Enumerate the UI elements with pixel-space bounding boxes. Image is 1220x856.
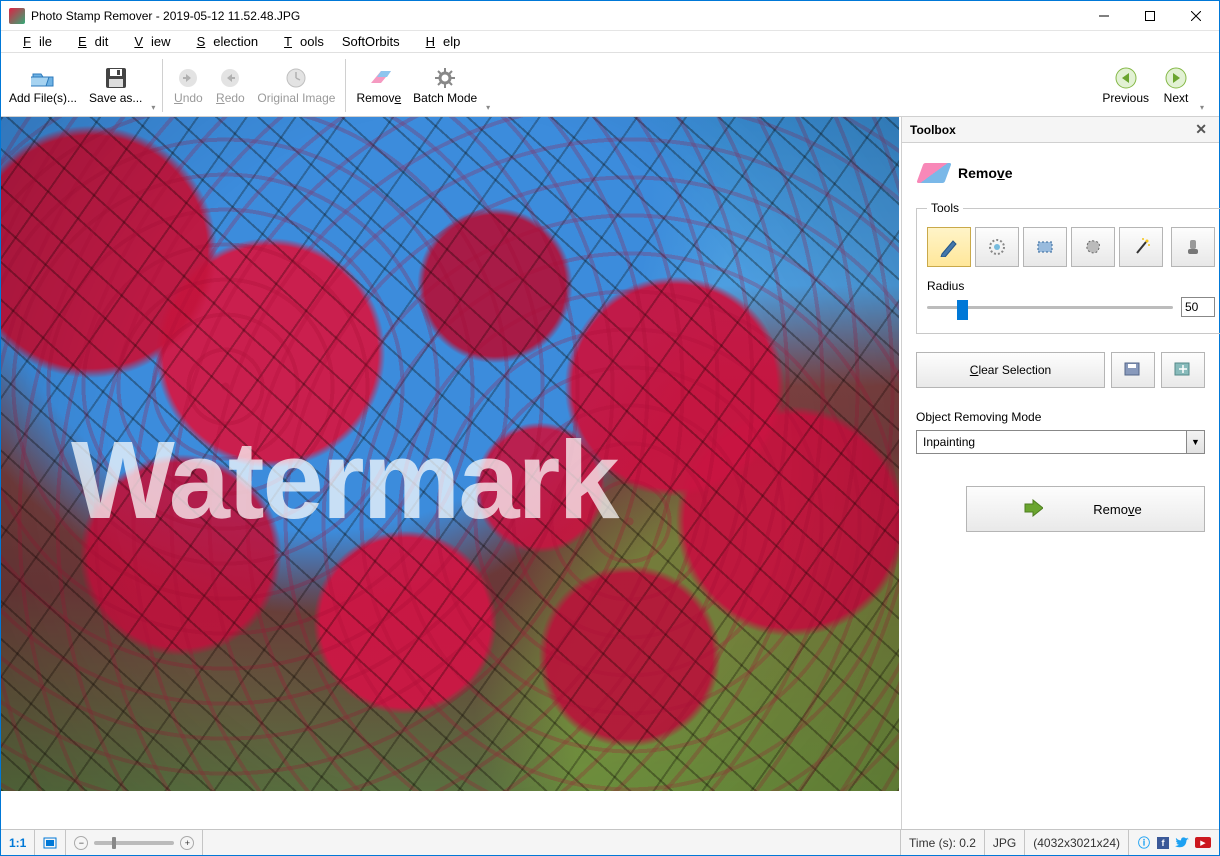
canvas[interactable]: Watermark [1, 117, 901, 829]
zoom-out-button[interactable]: − [74, 836, 88, 850]
undo-icon [176, 66, 200, 90]
radius-input[interactable] [1181, 297, 1215, 317]
mode-label: Object Removing Mode [916, 410, 1205, 424]
statusbar: 1:1 − + Time (s): 0.2 JPG (4032x3021x24)… [1, 829, 1219, 855]
toolbox-panel: Toolbox ✕ Remove Tools [901, 117, 1219, 829]
zoom-slider[interactable] [94, 841, 174, 845]
fit-screen-button[interactable] [35, 830, 66, 855]
batch-mode-button[interactable]: Batch Mode [407, 55, 483, 116]
mode-combobox[interactable]: Inpainting ▼ [916, 430, 1205, 454]
previous-button[interactable]: Previous [1096, 55, 1155, 116]
color-select-tool[interactable] [975, 227, 1019, 267]
nav-dropdown[interactable]: ▾ [1197, 55, 1207, 116]
batch-dropdown[interactable]: ▾ [483, 55, 493, 116]
clock-icon [284, 66, 308, 90]
workspace: Watermark Toolbox ✕ Remove Tools [1, 117, 1219, 829]
info-icon[interactable]: ⓘ [1137, 836, 1151, 850]
toolbox-close-button[interactable]: ✕ [1191, 121, 1211, 138]
next-button[interactable]: Next [1155, 55, 1197, 116]
panel-title: Remove [916, 153, 1205, 201]
freeform-select-tool[interactable] [1071, 227, 1115, 267]
menu-softorbits[interactable]: SoftOrbits [334, 32, 408, 51]
remove-action-button[interactable]: Remove [966, 486, 1205, 532]
undo-button[interactable]: Undo [167, 55, 209, 116]
folder-open-icon [31, 66, 55, 90]
radius-slider[interactable] [927, 299, 1173, 315]
remove-button-toolbar[interactable]: Remove [350, 55, 407, 116]
menu-help[interactable]: Help [410, 32, 469, 51]
add-files-button[interactable]: Add File(s)... [3, 55, 83, 116]
menu-selection[interactable]: Selection [181, 32, 266, 51]
zoom-in-button[interactable]: + [180, 836, 194, 850]
status-time: Time (s): 0.2 [901, 830, 985, 855]
original-image-button[interactable]: Original Image [251, 55, 341, 116]
clear-selection-button[interactable]: Clear Selection [916, 352, 1105, 388]
redo-icon [218, 66, 242, 90]
arrow-left-icon [1114, 66, 1138, 90]
tools-group: Tools [916, 201, 1220, 334]
maximize-button[interactable] [1127, 1, 1173, 31]
youtube-icon[interactable]: ▶ [1195, 837, 1211, 848]
marker-tool[interactable] [927, 227, 971, 267]
photo-preview: Watermark [1, 117, 899, 791]
facebook-icon[interactable]: f [1157, 837, 1169, 849]
menu-tools[interactable]: Tools [268, 32, 332, 51]
radius-label: Radius [927, 279, 1215, 293]
titlebar: Photo Stamp Remover - 2019-05-12 11.52.4… [1, 1, 1219, 31]
menu-file[interactable]: File [7, 32, 60, 51]
redo-button[interactable]: Redo [209, 55, 251, 116]
arrow-go-icon [1023, 499, 1043, 519]
save-selection-button[interactable] [1111, 352, 1155, 388]
close-button[interactable] [1173, 1, 1219, 31]
rectangle-select-tool[interactable] [1023, 227, 1067, 267]
status-dimensions: (4032x3021x24) [1025, 830, 1129, 855]
zoom-ratio[interactable]: 1:1 [1, 830, 35, 855]
magic-wand-tool[interactable] [1119, 227, 1163, 267]
minimize-button[interactable] [1081, 1, 1127, 31]
twitter-icon[interactable] [1175, 836, 1189, 850]
gear-icon [433, 66, 457, 90]
eraser-panel-icon [916, 163, 951, 183]
toolbar: Add File(s)... Save as... ▾ Undo Redo [1, 53, 1219, 117]
status-format: JPG [985, 830, 1025, 855]
save-icon [104, 66, 128, 90]
menubar: File Edit View Selection Tools SoftOrbit… [1, 31, 1219, 53]
arrow-right-icon [1164, 66, 1188, 90]
window-controls [1081, 1, 1219, 31]
eraser-icon [367, 66, 391, 90]
save-dropdown[interactable]: ▾ [148, 55, 158, 116]
menu-view[interactable]: View [118, 32, 178, 51]
clone-stamp-tool[interactable] [1171, 227, 1215, 267]
chevron-down-icon: ▼ [1186, 431, 1204, 453]
app-icon [9, 8, 25, 24]
load-selection-button[interactable] [1161, 352, 1205, 388]
window-title: Photo Stamp Remover - 2019-05-12 11.52.4… [31, 9, 300, 23]
toolbox-header: Toolbox ✕ [902, 117, 1219, 143]
menu-edit[interactable]: Edit [62, 32, 116, 51]
watermark-text: Watermark [71, 417, 618, 544]
save-as-button[interactable]: Save as... [83, 55, 148, 116]
